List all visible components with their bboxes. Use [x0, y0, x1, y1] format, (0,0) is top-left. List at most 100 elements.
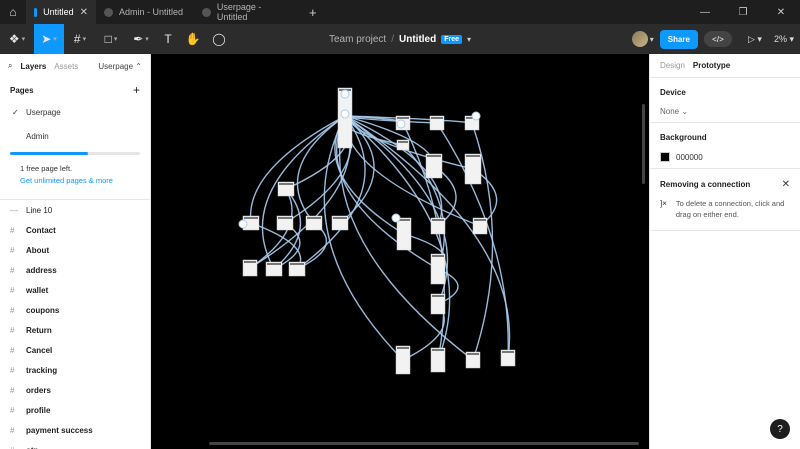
share-button[interactable]: Share — [659, 29, 698, 49]
tab-userpage[interactable]: Userpage - Untitled — [194, 0, 301, 24]
frame-header-strip — [432, 255, 444, 257]
add-page-plus-icon[interactable]: + — [133, 83, 140, 97]
chevron-down-icon: ▾ — [21, 36, 26, 43]
restore-icon[interactable]: ❐ — [724, 0, 762, 24]
canvas[interactable] — [151, 54, 649, 449]
frame-tool-button[interactable]: # ▾ — [64, 24, 96, 54]
frame-header-strip — [432, 295, 444, 297]
frame-thumbnail[interactable] — [395, 345, 411, 375]
left-panel: ⌕ Layers Assets Userpage ⌃ Pages + ✓ Use… — [0, 54, 151, 449]
layer-item[interactable]: # tracking — [0, 360, 150, 380]
home-icon[interactable]: ⌂ — [0, 0, 26, 24]
background-color-row[interactable]: 000000 — [660, 152, 790, 162]
layer-item[interactable]: # profile — [0, 400, 150, 420]
minimize-icon[interactable]: — — [686, 0, 724, 24]
frame-header-strip — [432, 219, 444, 221]
chevron-down-icon[interactable]: ▾ — [467, 35, 471, 44]
main-menu-button[interactable]: ❖ ▾ — [0, 24, 34, 54]
layer-item[interactable]: — Line 10 — [0, 200, 150, 220]
text-tool-button[interactable]: T — [156, 24, 180, 54]
rectangle-icon: □ — [104, 32, 112, 46]
tab-assets[interactable]: Assets — [54, 62, 78, 71]
page-item-userpage[interactable]: ✓ Userpage — [0, 102, 150, 122]
title-separator: / — [391, 33, 394, 45]
tip-header: Removing a connection ✕ — [650, 169, 800, 198]
new-tab-plus-icon[interactable]: + — [301, 5, 325, 20]
avatar[interactable] — [631, 31, 648, 47]
frame-header-strip — [244, 261, 256, 263]
background-hex[interactable]: 000000 — [676, 153, 703, 162]
chevron-down-icon: ▾ — [113, 36, 118, 43]
zoom-button[interactable]: 2% ▾ — [768, 34, 800, 45]
pen-tool-button[interactable]: ✒ ▾ — [126, 24, 156, 54]
connection-node[interactable] — [396, 119, 406, 129]
layer-item[interactable]: #otp — [0, 440, 150, 449]
frame-header-strip — [397, 117, 409, 119]
layer-list: — Line 10 # Contact # About # address # wallet # co… — [0, 200, 150, 449]
tab-prototype[interactable]: Prototype — [693, 61, 730, 70]
chevron-down-icon[interactable]: ▾ — [650, 35, 654, 44]
tip-heading: Removing a connection — [660, 180, 751, 189]
layer-item[interactable]: # About — [0, 240, 150, 260]
frame-thumbnail[interactable] — [425, 153, 443, 179]
color-swatch[interactable] — [660, 152, 670, 162]
present-button[interactable]: ▷ ▾ — [742, 34, 768, 45]
file-icon — [104, 7, 113, 17]
tab-untitled[interactable]: Untitled ✕ — [26, 0, 96, 24]
layer-label: Cancel — [26, 345, 53, 355]
tab-design[interactable]: Design — [660, 61, 685, 70]
frame-thumbnail[interactable] — [396, 217, 412, 251]
help-button[interactable]: ? — [770, 419, 790, 439]
close-icon[interactable]: ✕ — [782, 179, 790, 190]
connection-line[interactable] — [261, 115, 346, 270]
layer-item[interactable]: # coupons — [0, 300, 150, 320]
close-icon[interactable]: ✕ — [80, 7, 88, 18]
page-selector[interactable]: Userpage ⌃ — [98, 62, 142, 71]
connection-node[interactable] — [340, 109, 350, 119]
device-select[interactable]: None ⌄ — [660, 107, 790, 116]
tab-label: Untitled — [43, 7, 74, 17]
layer-item[interactable]: # address — [0, 260, 150, 280]
background-section: Background 000000 — [650, 123, 800, 169]
project-name[interactable]: Team project — [329, 34, 386, 45]
chevron-down-icon: ▾ — [82, 36, 87, 43]
layer-label: profile — [26, 405, 51, 415]
upgrade-link[interactable]: Get unlimited pages & more — [20, 175, 130, 187]
frame-header-strip — [431, 117, 443, 119]
search-icon[interactable]: ⌕ — [8, 61, 12, 71]
tab-layers[interactable]: Layers — [20, 62, 46, 71]
connection-node[interactable] — [238, 219, 248, 229]
tab-bar: ⌂ Untitled ✕ Admin - Untitled Userpage -… — [0, 0, 800, 24]
page-label: Userpage — [26, 107, 61, 117]
page-item-admin[interactable]: Admin — [0, 126, 150, 146]
move-tool-button[interactable]: ➤ ▾ — [34, 24, 64, 54]
layer-item[interactable]: # Contact — [0, 220, 150, 240]
tab-admin[interactable]: Admin - Untitled — [96, 0, 194, 24]
page-quota: 1 free page left. Get unlimited pages & … — [0, 163, 150, 187]
layer-label: Line 10 — [26, 205, 53, 215]
window-close-icon[interactable]: ✕ — [762, 0, 800, 24]
frame-thumbnail[interactable] — [430, 347, 446, 373]
frame-header-strip — [244, 217, 258, 219]
file-name[interactable]: Untitled — [399, 34, 436, 45]
layer-item[interactable]: # payment success — [0, 420, 150, 440]
device-section: Device None ⌄ — [650, 78, 800, 123]
hand-tool-button[interactable]: ✋ — [180, 24, 206, 54]
layer-item[interactable]: # orders — [0, 380, 150, 400]
frame-icon: # — [10, 265, 15, 275]
layer-item[interactable]: # Cancel — [0, 340, 150, 360]
shape-tool-button[interactable]: □ ▾ — [96, 24, 126, 54]
connection-node[interactable] — [471, 111, 481, 121]
comment-tool-button[interactable]: ◯ — [206, 24, 232, 54]
connection-node[interactable] — [391, 213, 401, 223]
frame-icon: # — [10, 446, 26, 449]
connection-node[interactable] — [340, 89, 350, 99]
frame-thumbnail[interactable] — [430, 253, 446, 285]
frame-thumbnail[interactable] — [464, 153, 482, 185]
horizontal-scrollbar[interactable] — [209, 442, 639, 445]
layer-item[interactable]: # Return — [0, 320, 150, 340]
vertical-scrollbar[interactable] — [642, 104, 645, 184]
dev-mode-toggle[interactable]: </> — [703, 31, 732, 47]
layer-item[interactable]: # wallet — [0, 280, 150, 300]
chevron-down-icon: ▾ — [789, 33, 794, 44]
